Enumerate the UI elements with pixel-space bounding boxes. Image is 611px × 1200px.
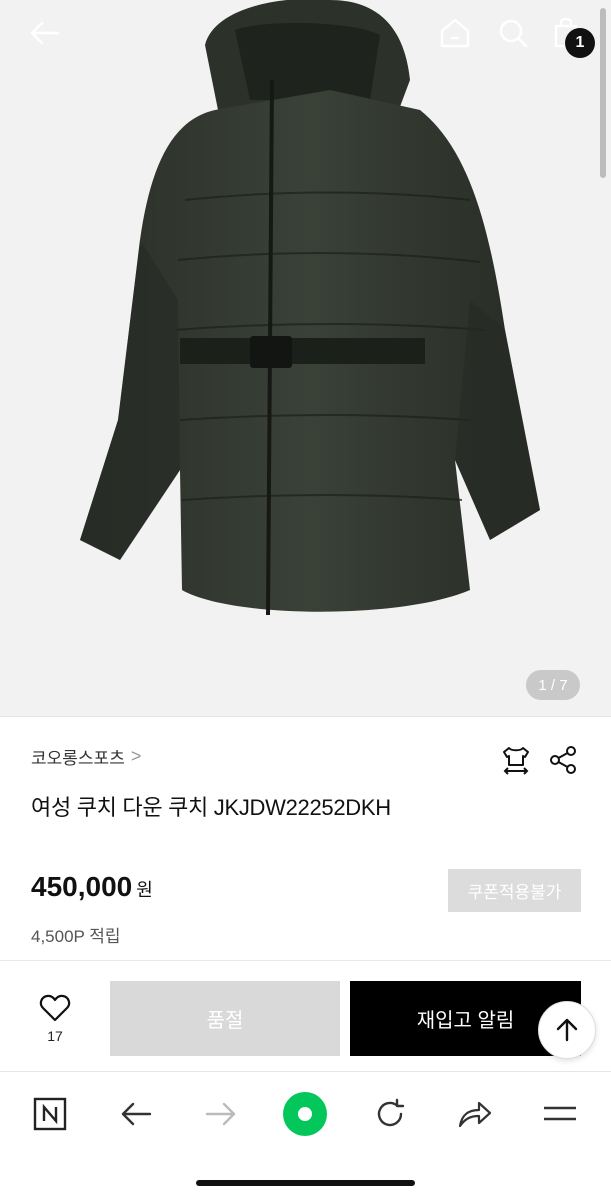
jacket-illustration	[80, 0, 540, 616]
heart-icon	[39, 994, 71, 1022]
brand-name: 코오롱스포츠	[31, 749, 125, 768]
brand-link[interactable]: 코오롱스포츠 >	[31, 744, 141, 769]
like-button[interactable]: 17	[30, 994, 80, 1044]
forward-icon[interactable]	[197, 1090, 245, 1138]
browser-toolbar	[0, 1071, 611, 1200]
soldout-button: 품절	[110, 981, 340, 1056]
cart-count-badge: 1	[565, 28, 595, 58]
divider	[0, 716, 611, 717]
scrollbar[interactable]	[600, 8, 606, 178]
green-dot-icon[interactable]	[281, 1090, 329, 1138]
price-value: 450,000	[31, 871, 133, 902]
reload-icon[interactable]	[366, 1090, 414, 1138]
back-arrow-icon[interactable]	[24, 12, 66, 54]
menu-icon[interactable]	[536, 1090, 584, 1138]
product-image[interactable]: 1 1 / 7	[0, 0, 611, 716]
top-bar: 1	[0, 0, 611, 70]
naver-n-icon[interactable]	[26, 1090, 74, 1138]
image-pager: 1 / 7	[526, 670, 580, 700]
product-title: 여성 쿠치 다운 쿠치 JKJDW22252DKH	[31, 795, 391, 820]
size-guide-icon[interactable]	[496, 740, 536, 780]
like-count: 17	[47, 1028, 63, 1044]
share-icon[interactable]	[543, 740, 583, 780]
home-indicator	[196, 1180, 415, 1186]
product-price: 450,000 원	[31, 871, 153, 903]
home-icon[interactable]	[434, 12, 476, 54]
back-icon[interactable]	[112, 1090, 160, 1138]
chevron-right-icon: >	[130, 746, 142, 766]
reward-points: 4,500P 적립	[31, 927, 121, 946]
coupon-unavailable-button: 쿠폰적용불가	[448, 869, 581, 912]
share-icon[interactable]	[451, 1090, 499, 1138]
search-icon[interactable]	[492, 12, 534, 54]
arrow-up-icon	[556, 1018, 578, 1042]
divider	[0, 960, 611, 961]
scroll-to-top-button[interactable]	[538, 1001, 596, 1059]
price-unit: 원	[136, 880, 153, 900]
